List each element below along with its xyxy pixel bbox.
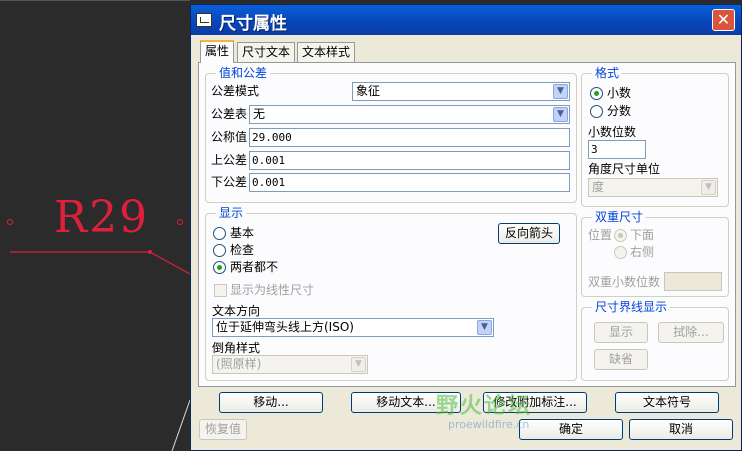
dual-dimension-title: 双重尺寸 bbox=[592, 210, 647, 224]
radio-decimal-label: 小数 bbox=[607, 86, 632, 100]
move-text-button[interactable]: 移动文本... bbox=[351, 392, 461, 413]
witness-show-button[interactable]: 显示 bbox=[594, 322, 648, 343]
tolerance-mode-label: 公差模式 bbox=[211, 84, 260, 98]
witness-line-group: 尺寸界线显示 显示 拭除... 缺省 bbox=[581, 300, 729, 381]
close-button[interactable]: ✕ bbox=[712, 9, 735, 31]
cancel-button[interactable]: 取消 bbox=[629, 419, 733, 440]
format-title: 格式 bbox=[592, 66, 623, 80]
radio-right[interactable] bbox=[614, 246, 627, 259]
radio-neither-label: 两者都不 bbox=[230, 260, 279, 274]
chevron-down-icon[interactable]: ▼ bbox=[553, 84, 568, 99]
witness-line-title: 尺寸界线显示 bbox=[592, 300, 671, 314]
radio-neither[interactable] bbox=[213, 261, 226, 274]
flip-arrows-button[interactable]: 反向箭头 bbox=[498, 223, 560, 244]
dimension-properties-dialog: 尺寸属性 ✕ 属性 尺寸文本 文本样式 值和公差 公差模式 象征 ▼ 公差表 无… bbox=[190, 4, 742, 451]
decimal-places-input[interactable]: 3 bbox=[588, 140, 646, 159]
dual-position-label: 位置 bbox=[588, 228, 613, 242]
chamfer-style-value: (照原样) bbox=[216, 357, 262, 371]
value-tolerance-group: 值和公差 公差模式 象征 ▼ 公差表 无 ▼ 公称值 29.000 上公差 0.… bbox=[205, 66, 577, 203]
radio-basic[interactable] bbox=[213, 227, 226, 240]
chevron-down-icon[interactable]: ▼ bbox=[477, 320, 492, 335]
dual-decimals-input[interactable] bbox=[664, 272, 722, 291]
chevron-down-icon[interactable]: ▼ bbox=[351, 357, 366, 372]
tab-properties[interactable]: 属性 bbox=[200, 40, 235, 63]
chamfer-style-select[interactable]: (照原样) ▼ bbox=[212, 355, 368, 374]
chamfer-style-label: 倒角样式 bbox=[212, 341, 261, 355]
tolerance-table-select[interactable]: 无 ▼ bbox=[249, 105, 570, 124]
radio-below[interactable] bbox=[614, 229, 627, 242]
ok-button[interactable]: 确定 bbox=[519, 419, 623, 440]
properties-panel: 值和公差 公差模式 象征 ▼ 公差表 无 ▼ 公称值 29.000 上公差 0.… bbox=[198, 62, 736, 387]
radio-inspection[interactable] bbox=[213, 244, 226, 257]
lower-tolerance-input[interactable]: 0.001 bbox=[249, 173, 570, 192]
decimal-places-label: 小数位数 bbox=[588, 125, 637, 139]
upper-tolerance-input[interactable]: 0.001 bbox=[249, 151, 570, 170]
radio-inspection-label: 检查 bbox=[230, 243, 255, 257]
tolerance-table-value: 无 bbox=[253, 107, 266, 121]
value-tolerance-title: 值和公差 bbox=[216, 66, 271, 80]
dual-dimension-group: 双重尺寸 位置 下面 右侧 双重小数位数 bbox=[581, 210, 729, 297]
radio-decimal[interactable] bbox=[590, 87, 603, 100]
move-button[interactable]: 移动... bbox=[219, 392, 323, 413]
linear-dimension-label: 显示为线性尺寸 bbox=[230, 283, 315, 297]
chevron-down-icon[interactable]: ▼ bbox=[701, 180, 716, 195]
nominal-value-label: 公称值 bbox=[211, 130, 248, 144]
format-group: 格式 小数 分数 小数位数 3 角度尺寸单位 度 ▼ bbox=[581, 66, 729, 207]
dialog-icon bbox=[196, 13, 212, 27]
radio-fraction-label: 分数 bbox=[607, 104, 632, 118]
dialog-titlebar[interactable]: 尺寸属性 ✕ bbox=[191, 5, 741, 35]
text-direction-label: 文本方向 bbox=[212, 304, 261, 318]
radio-basic-label: 基本 bbox=[230, 226, 255, 240]
dual-decimals-label: 双重小数位数 bbox=[588, 275, 661, 289]
radio-below-label: 下面 bbox=[630, 228, 655, 242]
chevron-down-icon[interactable]: ▼ bbox=[553, 107, 568, 122]
tab-dimension-text[interactable]: 尺寸文本 bbox=[237, 42, 296, 62]
tolerance-table-label: 公差表 bbox=[211, 107, 248, 121]
restore-values-button[interactable]: 恢复值 bbox=[199, 419, 247, 440]
witness-erase-button[interactable]: 拭除... bbox=[658, 322, 724, 343]
text-direction-select[interactable]: 位于延伸弯头线上方(ISO) ▼ bbox=[212, 318, 494, 337]
display-title: 显示 bbox=[216, 206, 247, 220]
dialog-title: 尺寸属性 bbox=[219, 14, 287, 34]
angle-unit-label: 角度尺寸单位 bbox=[588, 162, 661, 176]
angle-unit-value: 度 bbox=[592, 180, 605, 194]
nominal-value-input[interactable]: 29.000 bbox=[249, 128, 570, 147]
modify-attachment-button[interactable]: 修改附加标注... bbox=[483, 392, 587, 413]
witness-default-button[interactable]: 缺省 bbox=[594, 349, 648, 370]
cad-dimension-label: R29 bbox=[54, 192, 150, 243]
linear-dimension-checkbox[interactable] bbox=[214, 284, 227, 297]
tolerance-mode-value: 象征 bbox=[356, 84, 381, 98]
angle-unit-select[interactable]: 度 ▼ bbox=[588, 178, 718, 197]
radio-fraction[interactable] bbox=[590, 105, 603, 118]
lower-tolerance-label: 下公差 bbox=[211, 175, 248, 189]
display-group: 显示 基本 检查 两者都不 反向箭头 显示为线性尺寸 文本方向 位于延伸弯头线上… bbox=[205, 206, 577, 381]
text-symbol-button[interactable]: 文本符号 bbox=[615, 392, 719, 413]
tolerance-mode-select[interactable]: 象征 ▼ bbox=[352, 82, 570, 101]
upper-tolerance-label: 上公差 bbox=[211, 153, 248, 167]
tab-text-style[interactable]: 文本样式 bbox=[297, 42, 356, 62]
radio-right-label: 右侧 bbox=[630, 245, 655, 259]
text-direction-value: 位于延伸弯头线上方(ISO) bbox=[216, 320, 354, 334]
